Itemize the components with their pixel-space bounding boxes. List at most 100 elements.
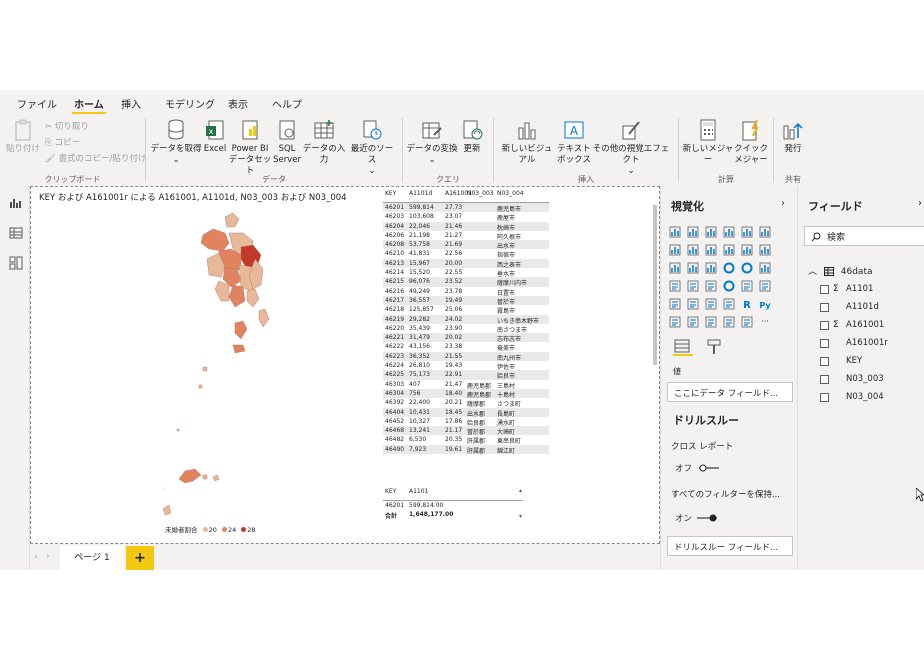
more-visuals-button[interactable]: その他の視覚エフェクト ⌄ bbox=[590, 118, 672, 177]
field-checkbox[interactable] bbox=[820, 375, 829, 384]
line-column-icon[interactable] bbox=[723, 244, 735, 256]
qa-icon[interactable] bbox=[705, 316, 717, 328]
area-chart-icon[interactable] bbox=[687, 244, 699, 256]
waterfall-icon[interactable] bbox=[669, 262, 681, 274]
scroll-up-icon[interactable]: ▴ bbox=[519, 487, 522, 494]
report-view-icon[interactable] bbox=[9, 196, 23, 210]
collapse-arrow-icon[interactable]: › bbox=[918, 198, 922, 209]
line-chart-icon[interactable] bbox=[669, 244, 681, 256]
report-canvas[interactable]: KEY および A161001r による A161001, A1101d, N0… bbox=[30, 186, 660, 544]
add-page-button[interactable]: + bbox=[126, 546, 154, 570]
keep-filters-toggle[interactable] bbox=[697, 514, 717, 522]
map-region[interactable] bbox=[214, 280, 230, 302]
map-region[interactable] bbox=[246, 288, 260, 308]
format-paint-roller-icon[interactable] bbox=[705, 338, 725, 356]
ribbon-chart-icon[interactable] bbox=[759, 244, 771, 256]
100-bar-icon[interactable] bbox=[741, 226, 753, 238]
collapse-arrow-icon[interactable]: › bbox=[781, 198, 785, 209]
new-measure-button[interactable]: 新しいメジャー bbox=[682, 118, 734, 166]
paginated-icon[interactable] bbox=[741, 316, 753, 328]
menu-tab-home[interactable]: ホーム bbox=[72, 96, 106, 114]
table-node-46data[interactable]: ︿ 46data bbox=[808, 264, 873, 277]
format-painter-button[interactable]: 🖌 書式のコピー/貼り付け bbox=[45, 152, 146, 164]
card-icon[interactable] bbox=[741, 280, 753, 292]
map-region[interactable] bbox=[200, 228, 230, 252]
get-data-button[interactable]: データを取得 ⌄ bbox=[150, 118, 202, 166]
map-region[interactable] bbox=[258, 308, 270, 328]
clustered-column-icon[interactable] bbox=[723, 226, 735, 238]
copy-button[interactable]: ⎘ コピー bbox=[45, 136, 80, 148]
cross-report-toggle[interactable] bbox=[699, 464, 719, 472]
transform-data-button[interactable]: データの変換 ⌄ bbox=[406, 118, 458, 166]
data-view-icon[interactable] bbox=[9, 226, 23, 240]
menu-tab-file[interactable]: ファイル bbox=[17, 96, 57, 111]
map-region[interactable] bbox=[163, 504, 172, 516]
col-header-a1101d[interactable]: A1101d bbox=[409, 190, 432, 197]
cut-button[interactable]: ✂ 切り取り bbox=[45, 120, 89, 132]
map-region[interactable] bbox=[202, 366, 208, 372]
treemap-icon[interactable] bbox=[759, 262, 771, 274]
r-visual-icon[interactable]: R bbox=[741, 298, 753, 310]
drillthrough-drop-zone[interactable]: ドリルスルー フィールド... bbox=[667, 536, 793, 556]
publish-button[interactable]: 発行 bbox=[778, 118, 808, 155]
map-region[interactable] bbox=[234, 320, 248, 340]
line-column2-icon[interactable] bbox=[741, 244, 753, 256]
shape-map-icon[interactable] bbox=[705, 280, 717, 292]
power-bi-dataset-button[interactable]: Power BI データセット bbox=[228, 118, 272, 177]
stacked-bar-icon[interactable] bbox=[669, 226, 681, 238]
quick-measure-button[interactable]: クイック メジャー bbox=[734, 118, 768, 166]
total-table[interactable]: KEY A1101 46201 599,814.00 合計 1,648,177.… bbox=[383, 487, 523, 520]
stacked-area-icon[interactable] bbox=[705, 244, 717, 256]
scroll-down-icon[interactable]: ▾ bbox=[519, 513, 522, 520]
detail-table[interactable]: KEY A1101d A161001 N03_003 N03_004 46201… bbox=[383, 189, 549, 455]
table-scrollbar[interactable] bbox=[653, 205, 657, 365]
map-region[interactable] bbox=[198, 384, 203, 389]
clustered-bar-icon[interactable] bbox=[705, 226, 717, 238]
map-region[interactable] bbox=[202, 474, 208, 480]
recent-sources-button[interactable]: 最近のソース ⌄ bbox=[348, 118, 396, 177]
text-box-button[interactable]: A テキスト ボックス bbox=[556, 118, 592, 166]
field-checkbox[interactable] bbox=[820, 285, 829, 294]
new-visual-button[interactable]: 新しいビジュアル bbox=[498, 118, 556, 166]
col-header-a1101[interactable]: A1101 bbox=[409, 488, 428, 495]
map-region[interactable] bbox=[178, 468, 202, 484]
col-header-key[interactable]: KEY bbox=[385, 190, 396, 197]
kpi-icon[interactable] bbox=[669, 298, 681, 310]
table-icon[interactable] bbox=[705, 298, 717, 310]
field-checkbox[interactable] bbox=[820, 393, 829, 402]
map-region[interactable] bbox=[232, 344, 246, 354]
field-checkbox[interactable] bbox=[820, 357, 829, 366]
col-header-n03-003[interactable]: N03_003 bbox=[467, 190, 494, 197]
map-region[interactable] bbox=[228, 284, 246, 308]
menu-tab-modeling[interactable]: モデリング bbox=[165, 96, 215, 111]
map-region[interactable] bbox=[212, 474, 220, 482]
map-icon[interactable] bbox=[669, 280, 681, 292]
stacked-column-icon[interactable] bbox=[687, 226, 699, 238]
decomposition-icon[interactable] bbox=[687, 316, 699, 328]
funnel-icon[interactable] bbox=[687, 262, 699, 274]
field-search-input[interactable]: 検索 bbox=[804, 226, 924, 246]
field-checkbox[interactable] bbox=[820, 321, 829, 330]
key-influencers-icon[interactable] bbox=[669, 316, 681, 328]
next-page-icon[interactable]: › bbox=[46, 552, 50, 562]
map-region[interactable] bbox=[176, 428, 180, 432]
donut-icon[interactable] bbox=[741, 262, 753, 274]
python-visual-icon[interactable]: Py bbox=[759, 298, 771, 310]
paste-button[interactable]: 貼り付け bbox=[6, 118, 40, 155]
narrative-icon[interactable] bbox=[723, 316, 735, 328]
excel-button[interactable]: x Excel bbox=[202, 118, 228, 155]
field-checkbox[interactable] bbox=[820, 303, 829, 312]
gauge-icon[interactable] bbox=[723, 280, 735, 292]
col-header-n03-004[interactable]: N03_004 bbox=[497, 190, 524, 197]
page-tab-1[interactable]: ページ 1 bbox=[60, 546, 124, 570]
map-region[interactable] bbox=[224, 212, 240, 228]
values-drop-zone[interactable]: ここにデータ フィールド... bbox=[667, 382, 793, 402]
filled-map-icon[interactable] bbox=[687, 280, 699, 292]
menu-tab-view[interactable]: 表示 bbox=[228, 96, 248, 111]
slicer-icon[interactable] bbox=[687, 298, 699, 310]
menu-tab-help[interactable]: ヘルプ bbox=[272, 96, 302, 111]
prev-page-icon[interactable]: ‹ bbox=[34, 552, 38, 562]
field-checkbox[interactable] bbox=[820, 339, 829, 348]
refresh-button[interactable]: 更新 bbox=[458, 118, 486, 155]
menu-tab-insert[interactable]: 挿入 bbox=[121, 96, 141, 111]
